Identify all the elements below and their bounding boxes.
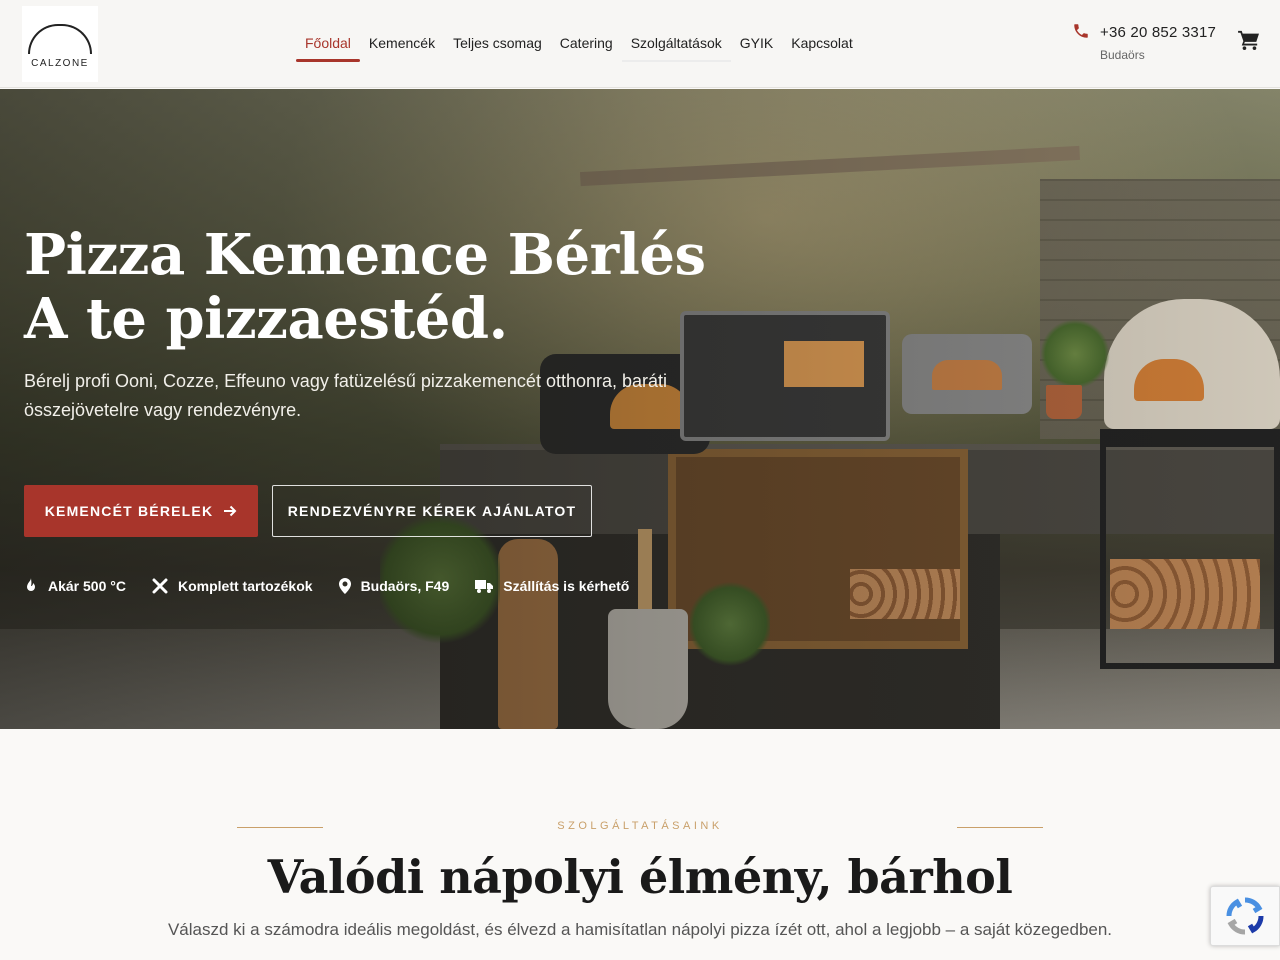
phone-number-link[interactable]: +36 20 852 3317 <box>1100 24 1216 41</box>
hero-subtitle: Bérelj profi Ooni, Cozze, Effeuno vagy f… <box>24 371 668 420</box>
event-quote-button[interactable]: RENDEZVÉNYRE KÉREK AJÁNLATOT <box>272 485 592 537</box>
feature-temperature-label: Akár 500 °C <box>48 578 126 594</box>
nav-item-teljes-csomag[interactable]: Teljes csomag <box>444 24 551 62</box>
cart-icon[interactable] <box>1238 30 1260 50</box>
feature-delivery-label: Szállítás is kérhető <box>503 578 630 594</box>
hero-section: Pizza Kemence Bérlés A te pizzaestéd. Bé… <box>0 89 1280 729</box>
main-nav: Főoldal Kemencék Teljes csomag Catering … <box>296 24 862 64</box>
tools-icon <box>152 578 168 594</box>
feature-accessories-label: Komplett tartozékok <box>177 578 313 594</box>
eyebrow-divider-right <box>957 827 1043 828</box>
feature-accessories: Komplett tartozékok <box>152 578 313 594</box>
services-description: Válaszd ki a számodra ideális megoldást,… <box>167 920 1113 939</box>
hero-title-line1: Pizza Kemence Bérlés <box>24 222 706 288</box>
map-pin-icon <box>338 578 351 594</box>
flame-icon <box>27 578 35 591</box>
recaptcha-icon <box>1226 897 1264 935</box>
phone-icon <box>1074 24 1088 38</box>
logo[interactable]: CALZONE <box>22 6 98 82</box>
nav-item-kemencek[interactable]: Kemencék <box>360 24 444 62</box>
services-title: Valódi nápolyi élmény, bárhol <box>267 850 1013 904</box>
truck-icon <box>475 579 494 593</box>
nav-item-gyik[interactable]: GYIK <box>731 24 782 62</box>
header-location: Budaörs <box>1100 48 1145 62</box>
arrow-right-icon <box>224 505 237 517</box>
site-header: CALZONE Főoldal Kemencék Teljes csomag C… <box>0 0 1280 88</box>
nav-item-catering[interactable]: Catering <box>551 24 622 62</box>
hero-features: Akár 500 °C Komplett tartozékok Budaörs,… <box>24 577 629 595</box>
hero-title-line2: A te pizzaestéd. <box>24 286 508 352</box>
logo-arc-icon <box>28 23 92 54</box>
hero-title: Pizza Kemence Bérlés A te pizzaestéd. <box>24 223 706 351</box>
feature-delivery: Szállítás is kérhető <box>475 578 629 594</box>
event-quote-button-label: RENDEZVÉNYRE KÉREK AJÁNLATOT <box>287 503 577 519</box>
feature-temperature: Akár 500 °C <box>24 578 126 594</box>
feature-location: Budaörs, F49 <box>338 578 450 594</box>
rent-oven-button[interactable]: KEMENCÉT BÉRELEK <box>24 485 258 537</box>
services-eyebrow: SZOLGÁLTATÁSAINK <box>557 820 723 832</box>
recaptcha-badge[interactable] <box>1210 886 1280 946</box>
feature-location-label: Budaörs, F49 <box>360 578 450 594</box>
nav-item-szolgaltatasok[interactable]: Szolgáltatások <box>621 24 731 62</box>
nav-item-fooldal[interactable]: Főoldal <box>296 24 360 62</box>
nav-item-kapcsolat[interactable]: Kapcsolat <box>782 24 861 62</box>
rent-oven-button-label: KEMENCÉT BÉRELEK <box>44 503 214 519</box>
logo-text: CALZONE <box>31 57 89 69</box>
